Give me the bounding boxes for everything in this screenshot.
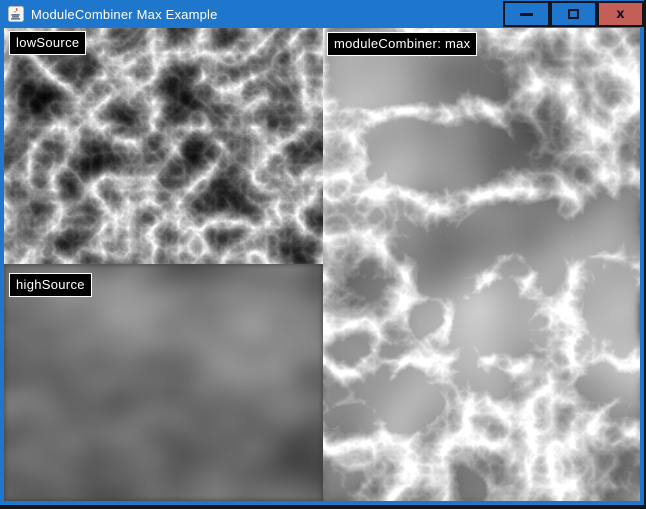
low-source-label: lowSource — [9, 31, 86, 55]
minimize-icon — [520, 13, 533, 16]
module-combiner-label: moduleCombiner: max — [327, 32, 477, 56]
app-window: ModuleCombiner Max Example x lowSource — [0, 0, 644, 505]
close-icon: x — [616, 8, 624, 21]
canvas-area: lowSource highSource moduleCombiner: max — [4, 28, 640, 501]
high-source-noise-image — [4, 264, 323, 501]
low-source-panel: lowSource — [4, 28, 323, 264]
titlebar[interactable]: ModuleCombiner Max Example x — [4, 0, 640, 28]
low-source-noise-image — [4, 28, 323, 264]
minimize-button[interactable] — [503, 1, 550, 27]
high-source-panel: highSource — [4, 264, 323, 501]
close-button[interactable]: x — [597, 1, 644, 27]
module-combiner-noise-image — [323, 28, 640, 501]
maximize-button[interactable] — [550, 1, 597, 27]
module-combiner-panel: moduleCombiner: max — [323, 28, 640, 501]
window-title: ModuleCombiner Max Example — [31, 7, 218, 22]
left-column: lowSource highSource — [4, 28, 323, 501]
window-controls: x — [503, 1, 644, 27]
maximize-icon — [568, 9, 579, 19]
java-icon — [8, 6, 24, 22]
high-source-label: highSource — [9, 273, 92, 297]
